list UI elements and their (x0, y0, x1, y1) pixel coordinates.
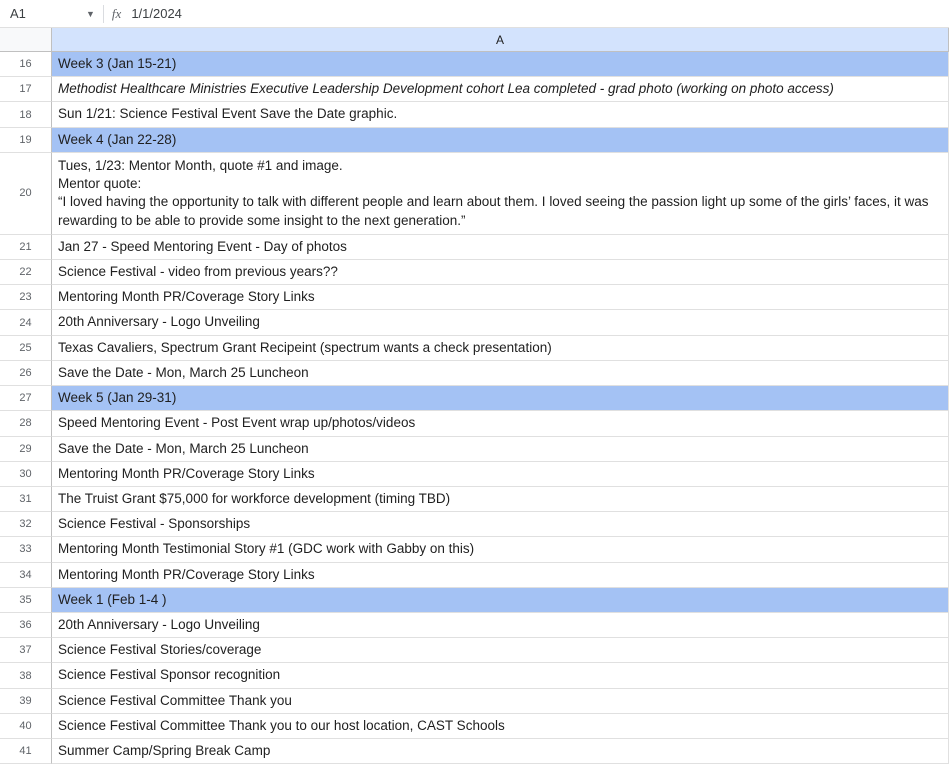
row-header[interactable]: 38 (0, 663, 52, 688)
table-row: 16Week 3 (Jan 15-21) (0, 52, 949, 77)
table-row: 20Tues, 1/23: Mentor Month, quote #1 and… (0, 153, 949, 235)
cell[interactable]: Week 3 (Jan 15-21) (52, 52, 949, 77)
cell[interactable]: Mentoring Month PR/Coverage Story Links (52, 285, 949, 310)
divider (103, 5, 104, 23)
table-row: 32Science Festival - Sponsorships (0, 512, 949, 537)
row-header[interactable]: 23 (0, 285, 52, 310)
table-row: 30Mentoring Month PR/Coverage Story Link… (0, 462, 949, 487)
formula-bar: ▼ fx (0, 0, 949, 28)
cell[interactable]: Mentoring Month Testimonial Story #1 (GD… (52, 537, 949, 562)
row-header[interactable]: 29 (0, 437, 52, 462)
row-header[interactable]: 22 (0, 260, 52, 285)
table-row: 26Save the Date - Mon, March 25 Luncheon (0, 361, 949, 386)
table-row: 33Mentoring Month Testimonial Story #1 (… (0, 537, 949, 562)
table-row: 34Mentoring Month PR/Coverage Story Link… (0, 563, 949, 588)
cell[interactable]: Week 5 (Jan 29-31) (52, 386, 949, 411)
cell[interactable]: Save the Date - Mon, March 25 Luncheon (52, 361, 949, 386)
table-row: 21Jan 27 - Speed Mentoring Event - Day o… (0, 235, 949, 260)
table-row: 40Science Festival Committee Thank you t… (0, 714, 949, 739)
row-header[interactable]: 37 (0, 638, 52, 663)
cell[interactable]: Summer Camp/Spring Break Camp (52, 739, 949, 764)
table-row: 17Methodist Healthcare Ministries Execut… (0, 77, 949, 102)
table-row: 31The Truist Grant $75,000 for workforce… (0, 487, 949, 512)
row-header[interactable]: 40 (0, 714, 52, 739)
cell[interactable]: Methodist Healthcare Ministries Executiv… (52, 77, 949, 102)
cell[interactable]: Science Festival Committee Thank you to … (52, 714, 949, 739)
row-header[interactable]: 25 (0, 336, 52, 361)
cell[interactable]: Speed Mentoring Event - Post Event wrap … (52, 411, 949, 436)
table-row: 28Speed Mentoring Event - Post Event wra… (0, 411, 949, 436)
row-header[interactable]: 26 (0, 361, 52, 386)
cell[interactable]: Save the Date - Mon, March 25 Luncheon (52, 437, 949, 462)
table-row: 18Sun 1/21: Science Festival Event Save … (0, 102, 949, 127)
cell[interactable]: Mentoring Month PR/Coverage Story Links (52, 462, 949, 487)
name-box-input[interactable] (8, 5, 78, 22)
cell[interactable]: Mentoring Month PR/Coverage Story Links (52, 563, 949, 588)
table-row: 25Texas Cavaliers, Spectrum Grant Recipe… (0, 336, 949, 361)
row-header[interactable]: 34 (0, 563, 52, 588)
row-header[interactable]: 20 (0, 153, 52, 235)
cell[interactable]: Sun 1/21: Science Festival Event Save th… (52, 102, 949, 127)
table-row: 2420th Anniversary - Logo Unveiling (0, 310, 949, 335)
cell[interactable]: Science Festival Stories/coverage (52, 638, 949, 663)
cell[interactable]: Tues, 1/23: Mentor Month, quote #1 and i… (52, 153, 949, 235)
cell[interactable]: The Truist Grant $75,000 for workforce d… (52, 487, 949, 512)
cell[interactable]: Science Festival - Sponsorships (52, 512, 949, 537)
cell[interactable]: 20th Anniversary - Logo Unveiling (52, 613, 949, 638)
cell[interactable]: Science Festival Sponsor recognition (52, 663, 949, 688)
spreadsheet-grid: A 16Week 3 (Jan 15-21)17Methodist Health… (0, 28, 949, 764)
row-header[interactable]: 17 (0, 77, 52, 102)
table-row: 38Science Festival Sponsor recognition (0, 663, 949, 688)
row-header[interactable]: 27 (0, 386, 52, 411)
column-header-row: A (0, 28, 949, 52)
row-header[interactable]: 19 (0, 128, 52, 153)
cell[interactable]: Jan 27 - Speed Mentoring Event - Day of … (52, 235, 949, 260)
table-row: 41Summer Camp/Spring Break Camp (0, 739, 949, 764)
row-header[interactable]: 32 (0, 512, 52, 537)
row-header[interactable]: 24 (0, 310, 52, 335)
table-row: 19Week 4 (Jan 22-28) (0, 128, 949, 153)
row-header[interactable]: 30 (0, 462, 52, 487)
column-header-A[interactable]: A (52, 28, 949, 52)
table-row: 37Science Festival Stories/coverage (0, 638, 949, 663)
row-header[interactable]: 33 (0, 537, 52, 562)
row-header[interactable]: 31 (0, 487, 52, 512)
cell[interactable]: Week 1 (Feb 1-4 ) (52, 588, 949, 613)
cell[interactable]: Texas Cavaliers, Spectrum Grant Recipein… (52, 336, 949, 361)
formula-input[interactable] (129, 5, 941, 22)
row-header[interactable]: 28 (0, 411, 52, 436)
row-header[interactable]: 21 (0, 235, 52, 260)
row-header[interactable]: 16 (0, 52, 52, 77)
table-row: 23Mentoring Month PR/Coverage Story Link… (0, 285, 949, 310)
table-row: 27Week 5 (Jan 29-31) (0, 386, 949, 411)
row-header[interactable]: 41 (0, 739, 52, 764)
table-row: 29Save the Date - Mon, March 25 Luncheon (0, 437, 949, 462)
row-header[interactable]: 39 (0, 689, 52, 714)
fx-icon: fx (112, 6, 121, 22)
table-row: 35Week 1 (Feb 1-4 ) (0, 588, 949, 613)
cell[interactable]: 20th Anniversary - Logo Unveiling (52, 310, 949, 335)
row-header[interactable]: 18 (0, 102, 52, 127)
name-box-dropdown-icon[interactable]: ▼ (86, 9, 95, 19)
cell[interactable]: Week 4 (Jan 22-28) (52, 128, 949, 153)
row-header[interactable]: 36 (0, 613, 52, 638)
table-row: 22Science Festival - video from previous… (0, 260, 949, 285)
table-row: 39Science Festival Committee Thank you (0, 689, 949, 714)
select-all-corner[interactable] (0, 28, 52, 52)
table-row: 3620th Anniversary - Logo Unveiling (0, 613, 949, 638)
cell[interactable]: Science Festival - video from previous y… (52, 260, 949, 285)
cell[interactable]: Science Festival Committee Thank you (52, 689, 949, 714)
row-header[interactable]: 35 (0, 588, 52, 613)
